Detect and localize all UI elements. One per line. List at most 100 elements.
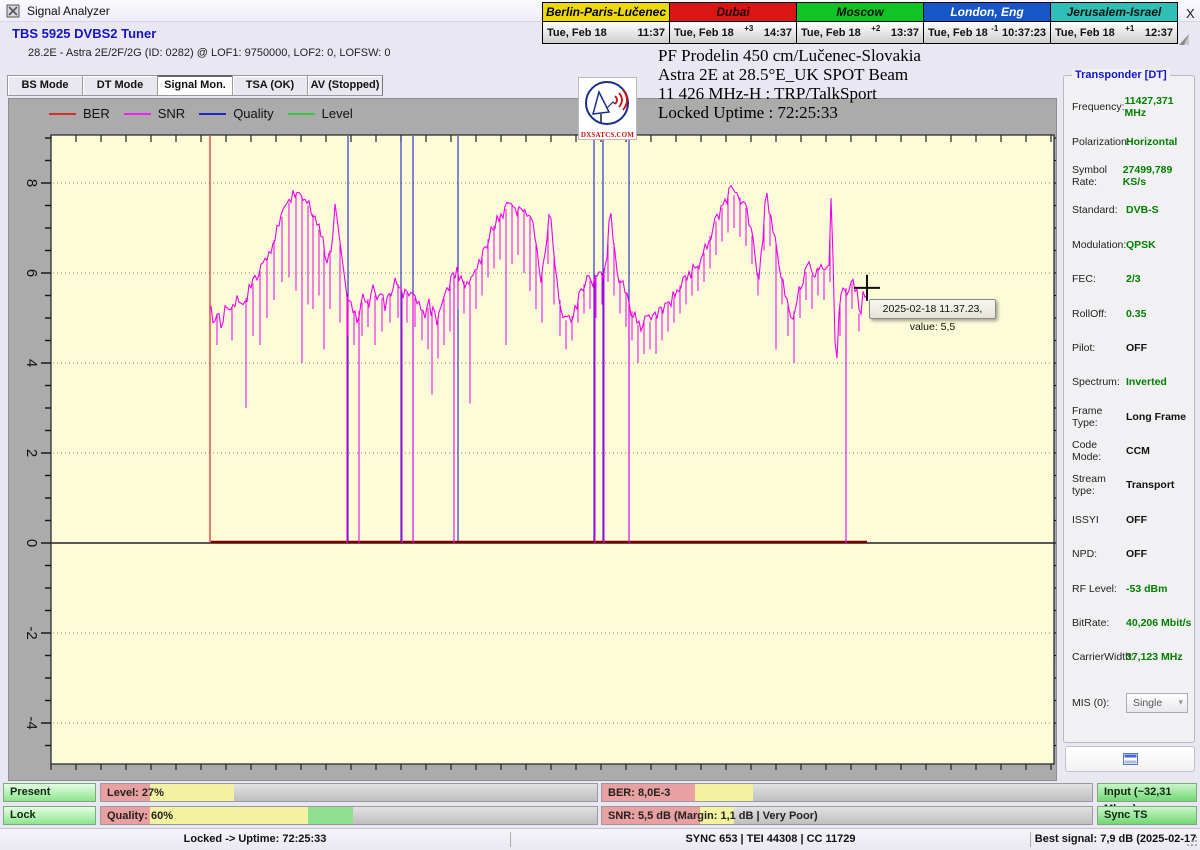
signal-chart[interactable]: 86420-2-4: [9, 99, 1056, 780]
transponder-row-label: Pilot:: [1064, 342, 1126, 354]
tuner-title: TBS 5925 DVBS2 Tuner: [12, 26, 156, 41]
transponder-row-value: 40,206 Mbit/s: [1126, 617, 1191, 629]
transponder-row-value: DVB-S: [1126, 204, 1159, 216]
ber-bar-label: BER: 8,0E-3: [608, 784, 670, 802]
snr-bar-label: SNR: 5,5 dB (Margin: 1,1 dB | Very Poor): [608, 807, 818, 825]
transponder-row-label: Polarization:: [1064, 136, 1126, 148]
clock-date: Tue, Feb 18: [928, 27, 988, 39]
status-uptime: Locked -> Uptime: 72:25:33: [0, 829, 510, 850]
clock-time-row: Tue, Feb 18+314:37: [670, 22, 796, 43]
quality-progress-bar: Quality: 60%: [100, 806, 598, 825]
transponder-row-npd: NPD:OFF: [1064, 537, 1194, 571]
tab-signal-mon[interactable]: Signal Mon.: [157, 75, 233, 96]
world-clock-widget: Berlin-Paris-LučenecTue, Feb 1811:37Duba…: [543, 2, 1178, 44]
transponder-row-pilot: Pilot:OFF: [1064, 331, 1194, 365]
clock-time: 12:37: [1145, 27, 1173, 39]
tab-av-stopped[interactable]: AV (Stopped): [307, 75, 383, 96]
transponder-row-rf-level: RF Level:-53 dBm: [1064, 571, 1194, 605]
transponder-row-value: 0.35: [1126, 308, 1146, 320]
clock-widget-resize-icon[interactable]: [1176, 32, 1192, 48]
transponder-row-label: Spectrum:: [1064, 376, 1126, 388]
transponder-row-value: Inverted: [1126, 376, 1167, 388]
clock-time-row: Tue, Feb 18+112:37: [1051, 22, 1177, 43]
clock-close-button[interactable]: X: [1186, 6, 1195, 21]
present-indicator: Present: [3, 783, 96, 802]
transponder-row-label: RollOff:: [1064, 308, 1126, 320]
resize-grip[interactable]: [1186, 835, 1198, 847]
clock-city-label: Berlin-Paris-Lučenec: [543, 3, 669, 22]
level-progress-bar: Level: 27%: [100, 783, 598, 802]
transponder-row-value: OFF: [1126, 342, 1147, 354]
mode-tabs: BS ModeDT ModeSignal Mon.TSA (OK)AV (Sto…: [8, 75, 383, 96]
plot-area[interactable]: [51, 135, 1054, 764]
transponder-row-value: 37,123 MHz: [1126, 651, 1183, 663]
ber-progress-bar: BER: 8,0E-3: [601, 783, 1093, 802]
transponder-row-spectrum: Spectrum:Inverted: [1064, 365, 1194, 399]
tab-dt-mode[interactable]: DT Mode: [82, 75, 158, 96]
y-tick-label--2: -2: [23, 626, 40, 639]
transponder-row-stream-type: Stream type:Transport: [1064, 468, 1194, 502]
transponder-row-label: Code Mode:: [1064, 439, 1126, 463]
transponder-row-frequency: Frequency:11427,371 MHz: [1064, 90, 1194, 124]
transponder-row-label: FEC:: [1064, 273, 1126, 285]
transponder-row-label: NPD:: [1064, 548, 1126, 560]
transponder-row-value: Long Frame: [1126, 411, 1186, 423]
clock-5: Jerusalem-IsraelTue, Feb 18+112:37: [1050, 2, 1178, 44]
transponder-panel-title: Transponder [DT]: [1072, 69, 1170, 81]
transponder-row-value: Transport: [1126, 479, 1174, 491]
transponder-rows: Frequency:11427,371 MHz Polarization:Hori…: [1064, 90, 1194, 720]
y-tick-label-4: 4: [23, 359, 40, 367]
transponder-row-label: Stream type:: [1064, 473, 1126, 497]
transponder-settings-button[interactable]: [1065, 746, 1195, 772]
y-tick-label-8: 8: [23, 179, 40, 187]
stream-list-icon: [1123, 753, 1138, 765]
chart-value-tooltip: 2025-02-18 11.37.23, value: 5,5: [869, 299, 996, 319]
logo-text: DXSATCS.COM: [579, 131, 636, 139]
clock-city-label: Dubai: [670, 3, 796, 22]
tab-bs-mode[interactable]: BS Mode: [7, 75, 83, 96]
annotation-line-4: Locked Uptime : 72:25:33: [658, 103, 921, 122]
transponder-row-value: OFF: [1126, 514, 1147, 526]
y-tick-label--4: -4: [23, 716, 40, 729]
annotation-line-2: Astra 2E at 28.5°E_UK SPOT Beam: [658, 65, 921, 84]
clock-time: 10:37:23: [1002, 27, 1046, 39]
transponder-row-label: Frequency:: [1064, 101, 1125, 113]
mis-dropdown-value: Single: [1133, 697, 1162, 709]
input-bitrate-indicator: Input (~32,31 Mbps): [1097, 783, 1197, 802]
clock-time: 13:37: [891, 27, 919, 39]
transponder-row-label: MIS (0):: [1064, 697, 1126, 709]
annotation-line-3: 11 426 MHz-H : TRP/TalkSport: [658, 84, 921, 103]
clock-utc-offset: -1: [988, 24, 1002, 33]
transponder-row-label: Modulation:: [1064, 239, 1126, 251]
clock-date: Tue, Feb 18: [801, 27, 861, 39]
clock-time-row: Tue, Feb 1811:37: [543, 22, 669, 43]
mis-dropdown[interactable]: Single▾: [1126, 693, 1188, 713]
transponder-row-value: Horizontal: [1126, 136, 1177, 148]
status-best-signal: Best signal: 7,9 dB (2025-02-17 20:42): [1031, 829, 1200, 850]
tab-tsa-ok[interactable]: TSA (OK): [232, 75, 308, 96]
transponder-row-value: 11427,371 MHz: [1125, 95, 1194, 119]
y-tick-label-6: 6: [23, 269, 40, 277]
transponder-row-value: 27499,789 KS/s: [1123, 164, 1194, 188]
dxsatcs-logo: DXSATCS.COM: [578, 77, 637, 140]
annotation-overlay: PF Prodelin 450 cm/Lučenec-Slovakia Astr…: [658, 46, 921, 122]
transponder-row-value: QPSK: [1126, 239, 1156, 251]
y-tick-label-2: 2: [23, 449, 40, 457]
transponder-row-value: -53 dBm: [1126, 583, 1167, 595]
bar-segment: [150, 807, 308, 824]
clock-date: Tue, Feb 18: [674, 27, 734, 39]
transponder-row-label: Symbol Rate:: [1064, 164, 1123, 188]
annotation-line-1: PF Prodelin 450 cm/Lučenec-Slovakia: [658, 46, 921, 65]
clock-city-label: Jerusalem-Israel: [1051, 3, 1177, 22]
bar-segment: [308, 807, 352, 824]
transponder-row-mis: MIS (0):Single▾: [1064, 686, 1194, 720]
transponder-row-carrierwidth: CarrierWidth:37,123 MHz: [1064, 640, 1194, 674]
transponder-row-modulation: Modulation:QPSK: [1064, 228, 1194, 262]
sync-ts-indicator: Sync TS: [1097, 806, 1197, 825]
transponder-row-issyi: ISSYIOFF: [1064, 503, 1194, 537]
transponder-row-value: CCM: [1126, 445, 1150, 457]
clock-time: 14:37: [764, 27, 792, 39]
transponder-row-bitrate: BitRate:40,206 Mbit/s: [1064, 606, 1194, 640]
clock-city-label: London, Eng: [924, 3, 1050, 22]
clock-date: Tue, Feb 18: [547, 27, 607, 39]
